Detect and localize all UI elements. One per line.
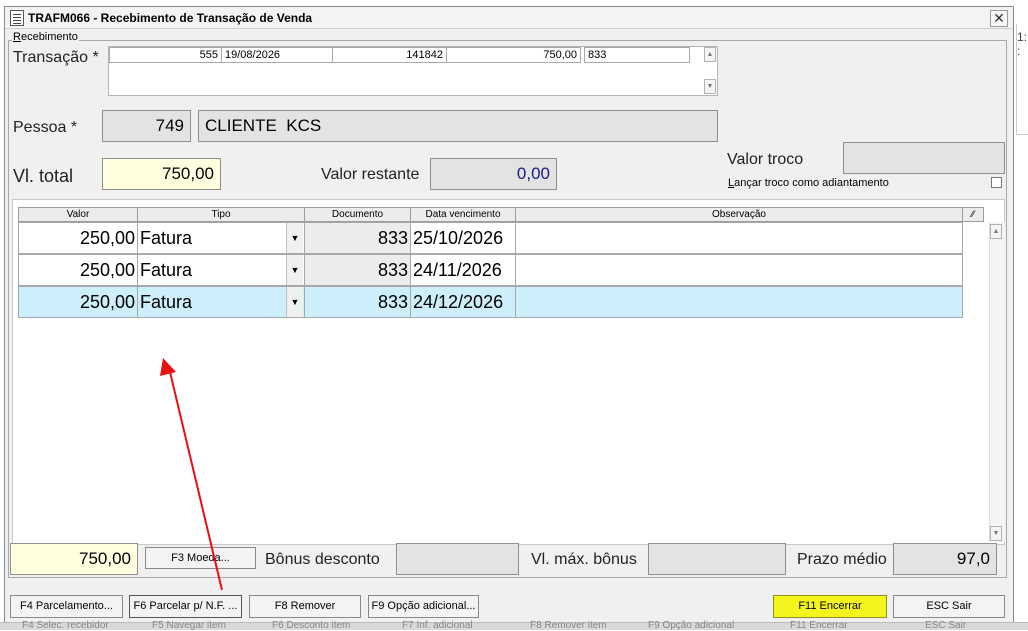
- annotation-arrow-icon: [160, 358, 223, 591]
